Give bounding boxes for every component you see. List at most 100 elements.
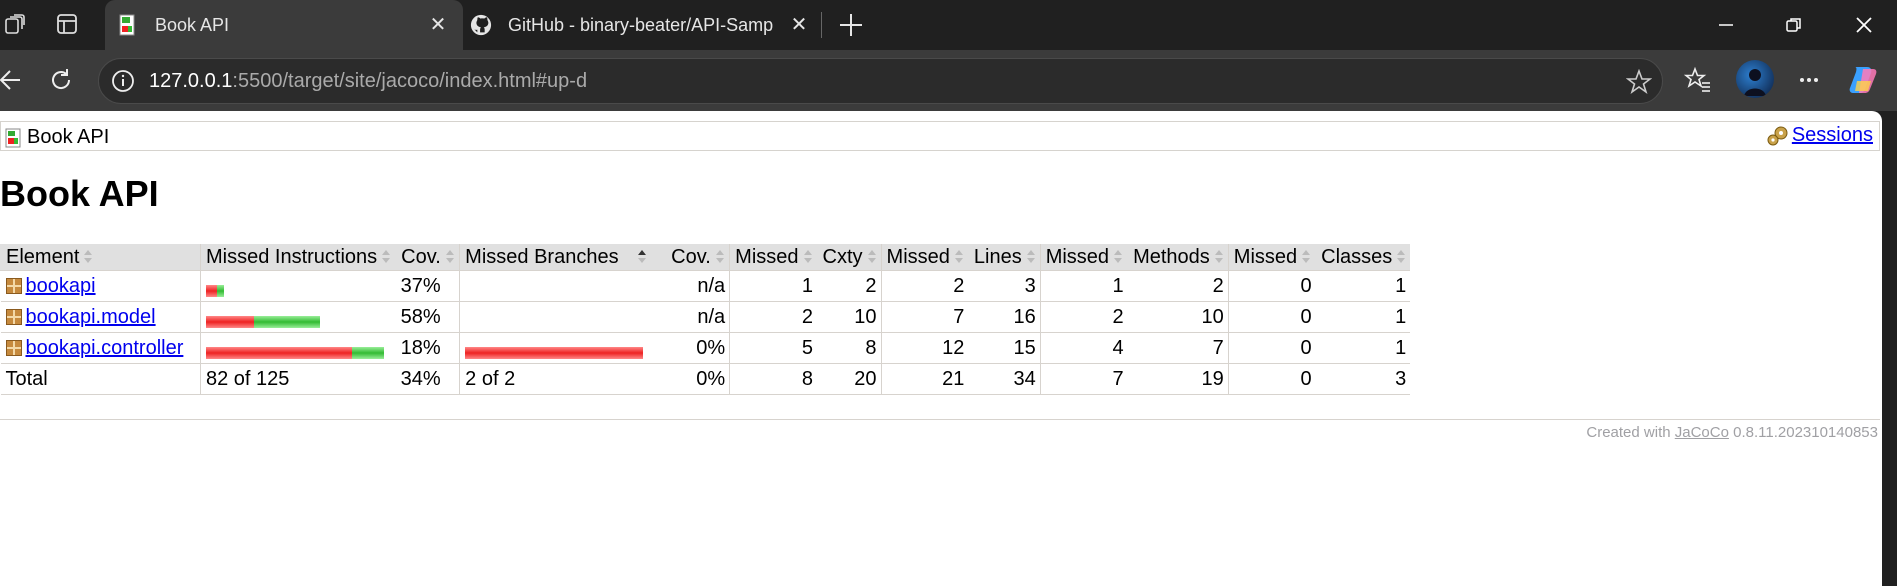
- total-lines: 34: [968, 363, 1041, 395]
- sort-icon: [954, 250, 964, 264]
- package-link[interactable]: bookapi.controller: [26, 337, 184, 359]
- sort-icon: [1026, 250, 1036, 264]
- favorites-icon[interactable]: [1683, 65, 1713, 95]
- col-classes[interactable]: Classes: [1315, 244, 1411, 271]
- total-instructions: 82 of 125: [199, 363, 396, 395]
- cell-classes-missed: 0: [1227, 332, 1316, 364]
- cell-methods: 2: [1127, 270, 1229, 302]
- cell-branch-bar: [459, 270, 666, 302]
- cell-branch-bar: [459, 301, 666, 333]
- cell-methods-missed: 1: [1039, 270, 1128, 302]
- package-icon: [5, 339, 22, 356]
- sort-icon: [1396, 250, 1406, 264]
- cell-branch-cov: n/a: [665, 301, 730, 333]
- total-lines-missed: 21: [880, 363, 969, 395]
- cell-cxty-missed: 5: [729, 332, 818, 364]
- breadcrumb-report-label: Book API: [27, 126, 110, 148]
- new-tab-icon[interactable]: [836, 10, 866, 40]
- url-text: 127.0.0.1:5500/target/site/jacoco/index.…: [149, 70, 588, 92]
- cell-lines: 3: [968, 270, 1041, 302]
- cell-instr-cov: 58%: [395, 301, 460, 333]
- jacoco-report-icon: [119, 14, 135, 36]
- col-classes-missed[interactable]: Missed: [1227, 244, 1316, 271]
- minimize-icon[interactable]: [1706, 10, 1746, 40]
- col-missed-instructions[interactable]: Missed Instructions: [199, 244, 396, 271]
- close-tab-icon[interactable]: ✕: [427, 14, 449, 36]
- table-header-row: Element Missed Instructions Cov. Missed …: [0, 244, 1411, 271]
- tab-github[interactable]: GitHub - binary-beater/API-Samp ✕: [470, 0, 820, 50]
- browser-title-bar: Book API ✕ GitHub - binary-beater/API-Sa…: [0, 0, 1897, 50]
- restore-icon[interactable]: [1774, 10, 1814, 40]
- cell-lines: 16: [968, 301, 1041, 333]
- package-icon: [5, 308, 22, 325]
- copilot-icon[interactable]: [1847, 63, 1881, 97]
- sort-icon: [381, 250, 391, 264]
- col-cxty-missed[interactable]: Missed: [729, 244, 818, 271]
- total-branch-cov: 0%: [665, 363, 730, 395]
- coverage-bar: [206, 311, 320, 329]
- cell-branch-cov: n/a: [665, 270, 730, 302]
- close-window-icon[interactable]: [1844, 10, 1884, 40]
- cell-instr-cov: 18%: [395, 332, 460, 364]
- col-methods-missed[interactable]: Missed: [1039, 244, 1128, 271]
- total-cxty: 20: [817, 363, 882, 395]
- report-icon: [5, 128, 21, 147]
- col-element[interactable]: Element: [0, 244, 201, 271]
- tab-actions-icon[interactable]: [54, 11, 80, 37]
- missed-bar: [206, 316, 254, 329]
- total-instr-cov: 34%: [395, 363, 460, 395]
- cell-element: bookapi: [0, 270, 201, 302]
- favorite-star-icon[interactable]: [1626, 69, 1652, 95]
- cell-cxty: 2: [817, 270, 882, 302]
- total-cxty-missed: 8: [729, 363, 818, 395]
- workspaces-icon[interactable]: [2, 11, 28, 37]
- tab-title: GitHub - binary-beater/API-Samp: [508, 14, 774, 35]
- col-lines-missed[interactable]: Missed: [880, 244, 969, 271]
- tab-title: Book API: [155, 14, 230, 35]
- cell-methods: 7: [1127, 332, 1229, 364]
- sessions-link[interactable]: Sessions: [1792, 124, 1873, 147]
- col-missed-branches[interactable]: Missed Branches: [459, 244, 666, 271]
- refresh-icon[interactable]: [46, 65, 76, 95]
- page-title: Book API: [0, 173, 159, 214]
- close-tab-icon[interactable]: ✕: [788, 14, 810, 36]
- tab-separator: [821, 12, 822, 38]
- site-info-icon[interactable]: [111, 69, 135, 93]
- sort-icon: [715, 250, 725, 264]
- package-link[interactable]: bookapi.model: [26, 306, 156, 328]
- covered-bar: [352, 347, 384, 360]
- address-bar[interactable]: 127.0.0.1:5500/target/site/jacoco/index.…: [98, 58, 1663, 104]
- jacoco-link[interactable]: JaCoCo: [1675, 424, 1729, 441]
- table-row: bookapi.model 58% n/a 2 10 7 16 2 10 0 1: [0, 301, 1411, 333]
- back-icon[interactable]: [0, 65, 26, 95]
- col-cxty[interactable]: Cxty: [816, 244, 882, 271]
- sessions-link-container: Sessions: [1766, 124, 1873, 147]
- col-instr-cov[interactable]: Cov.: [395, 244, 460, 271]
- cell-methods-missed: 4: [1039, 332, 1128, 364]
- page-content: Book API Sessions Book API Element Misse…: [0, 111, 1882, 586]
- col-lines[interactable]: Lines: [967, 244, 1041, 271]
- cell-cxty-missed: 1: [729, 270, 818, 302]
- cell-lines-missed: 7: [880, 301, 969, 333]
- cell-cxty: 10: [817, 301, 882, 333]
- table-row: bookapi.controller 18% 0% 5 8 12 15 4 7 0 1: [0, 332, 1411, 364]
- more-options-icon[interactable]: [1794, 65, 1824, 95]
- cell-cxty: 8: [817, 332, 882, 364]
- cell-instr-cov: 37%: [395, 270, 460, 302]
- tab-book-api[interactable]: Book API ✕: [105, 0, 463, 50]
- package-link[interactable]: bookapi: [26, 275, 96, 297]
- footer-prefix: Created with: [1586, 424, 1675, 441]
- covered-bar: [254, 316, 320, 329]
- cell-branch-bar: [459, 332, 666, 364]
- cell-instr-bar: [199, 270, 396, 302]
- cell-classes: 1: [1315, 332, 1411, 364]
- profile-avatar[interactable]: [1736, 60, 1774, 98]
- total-methods-missed: 7: [1039, 363, 1128, 395]
- missed-bar: [206, 347, 352, 360]
- col-methods[interactable]: Methods: [1127, 244, 1229, 271]
- cell-lines: 15: [968, 332, 1041, 364]
- cell-lines-missed: 2: [880, 270, 969, 302]
- col-branch-cov[interactable]: Cov.: [665, 244, 730, 271]
- coverage-bar: [206, 342, 384, 360]
- cell-classes: 1: [1315, 301, 1411, 333]
